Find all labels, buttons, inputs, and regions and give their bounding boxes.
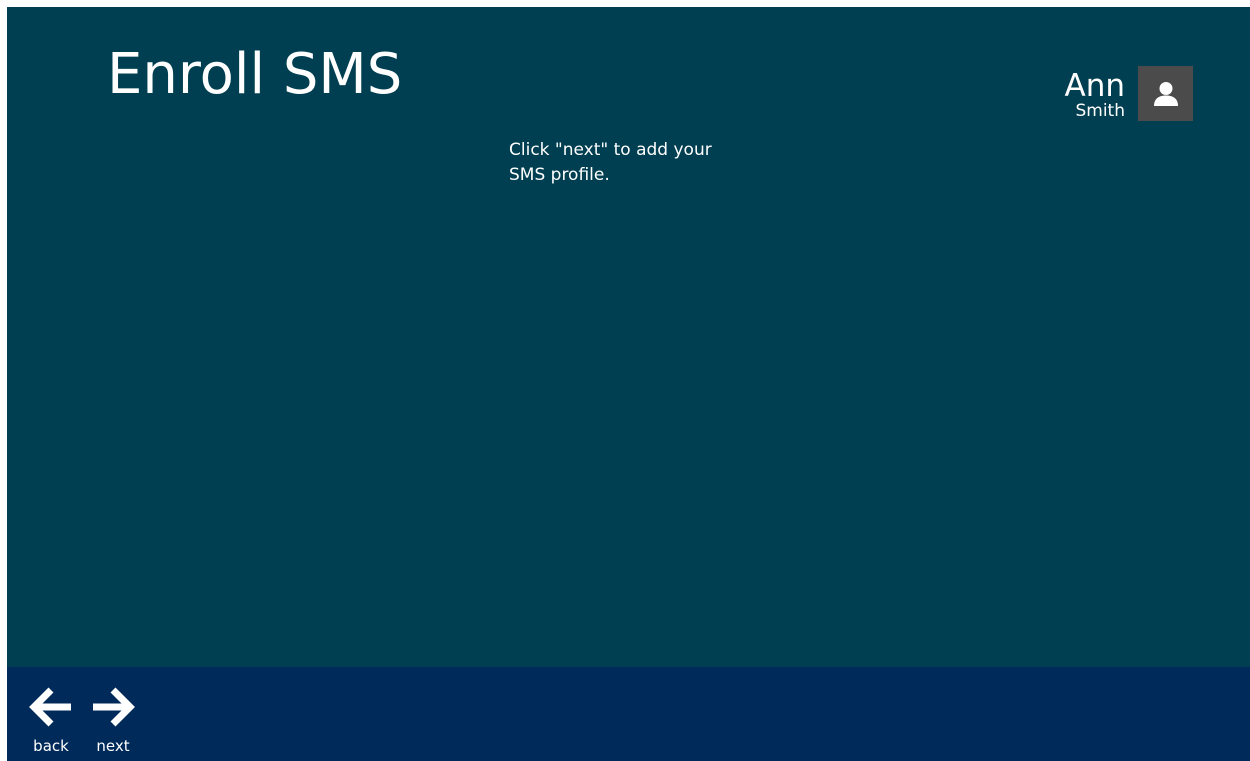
arrow-left-icon — [29, 687, 71, 727]
user-account[interactable]: Ann Smith — [1064, 66, 1193, 121]
user-name: Ann Smith — [1064, 66, 1125, 121]
page-title: Enroll SMS — [107, 42, 403, 107]
next-button[interactable]: next — [83, 685, 143, 755]
avatar[interactable] — [1138, 66, 1193, 121]
arrow-right-icon — [93, 687, 135, 727]
enroll-window: Enroll SMS Ann Smith Click "next" to add… — [7, 7, 1250, 761]
next-label: next — [96, 737, 130, 755]
user-last-name: Smith — [1075, 101, 1125, 121]
back-button[interactable]: back — [21, 685, 81, 755]
back-label: back — [33, 737, 69, 755]
instruction-text: Click "next" to add your SMS profile. — [509, 140, 712, 185]
user-first-name: Ann — [1064, 68, 1125, 104]
user-icon — [1153, 81, 1178, 106]
app-bar: back next — [7, 667, 1250, 761]
